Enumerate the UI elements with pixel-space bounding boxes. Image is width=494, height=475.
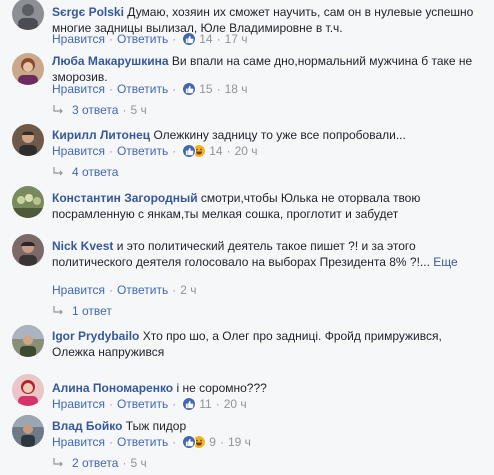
- view-replies[interactable]: 1 ответ: [52, 303, 112, 319]
- comment-text: Олежкину задницу то уже все попробовали.…: [153, 128, 406, 142]
- reply-arrow-icon: [53, 306, 63, 315]
- view-replies[interactable]: 4 ответа: [52, 164, 118, 180]
- separator: ·: [122, 103, 127, 117]
- timestamp: 5 ч: [130, 456, 147, 470]
- reply-button[interactable]: Ответить: [117, 282, 168, 298]
- like-reaction-icon: [182, 82, 197, 96]
- reactions[interactable]: 9: [182, 434, 216, 450]
- separator: ·: [172, 397, 177, 411]
- like-reaction-icon: [182, 435, 197, 449]
- view-replies[interactable]: 3 ответа · 5 ч: [52, 102, 147, 118]
- reactions[interactable]: 11: [182, 396, 212, 412]
- timestamp[interactable]: 2 ч: [180, 282, 196, 298]
- reaction-count: 15: [199, 82, 213, 96]
- like-reaction-icon: [182, 397, 197, 411]
- reply-button[interactable]: Ответить: [117, 31, 168, 47]
- comment-author[interactable]: Кирилл Литонец: [52, 128, 150, 142]
- replies-link[interactable]: 3 ответа: [72, 102, 118, 118]
- separator: ·: [108, 435, 113, 449]
- avatar[interactable]: [12, 53, 44, 85]
- avatar[interactable]: [12, 124, 44, 156]
- comment-author[interactable]: Sєrgє Polski: [52, 5, 124, 19]
- comment-author[interactable]: Константин Загородный: [52, 191, 198, 205]
- separator: ·: [172, 435, 177, 449]
- comment-author[interactable]: Nick Kvest: [52, 239, 113, 253]
- reaction-count: 11: [199, 397, 212, 411]
- like-button[interactable]: Нравится: [52, 282, 105, 298]
- like-reaction-icon: [182, 144, 197, 158]
- reaction-count: 14: [199, 32, 213, 46]
- comment-author[interactable]: Алина Пономаренко: [52, 381, 173, 395]
- separator: ·: [108, 283, 113, 297]
- timestamp[interactable]: 20 ч: [235, 143, 258, 159]
- like-button[interactable]: Нравится: [52, 143, 105, 159]
- separator: ·: [172, 144, 177, 158]
- reply-button[interactable]: Ответить: [117, 434, 168, 450]
- reactions[interactable]: 14: [182, 31, 213, 47]
- avatar[interactable]: [12, 374, 44, 406]
- separator: ·: [108, 144, 113, 158]
- separator: ·: [219, 435, 224, 449]
- comment-author[interactable]: Люба Макарушкина: [52, 54, 169, 68]
- avatar[interactable]: [12, 186, 44, 218]
- view-replies[interactable]: 2 ответа · 5 ч: [52, 455, 147, 471]
- separator: ·: [215, 397, 220, 411]
- reply-button[interactable]: Ответить: [117, 396, 168, 412]
- comment-author[interactable]: Влад Бойко: [52, 419, 122, 433]
- separator: ·: [172, 283, 177, 297]
- separator: ·: [226, 144, 231, 158]
- comment-author[interactable]: Igor Prydybailo: [52, 329, 139, 343]
- reactions[interactable]: 15: [182, 81, 213, 97]
- reply-arrow-icon: [53, 105, 63, 114]
- replies-link[interactable]: 4 ответа: [72, 164, 118, 180]
- avatar[interactable]: [12, 0, 44, 30]
- like-reaction-icon: [182, 32, 197, 46]
- separator: ·: [172, 82, 177, 96]
- separator: ·: [108, 82, 113, 96]
- timestamp[interactable]: 19 ч: [228, 434, 251, 450]
- timestamp[interactable]: 18 ч: [225, 81, 248, 97]
- reply-arrow-icon: [53, 167, 63, 176]
- like-button[interactable]: Нравится: [52, 31, 105, 47]
- reply-arrow-icon: [53, 458, 63, 467]
- reaction-count: 9: [209, 435, 216, 449]
- like-button[interactable]: Нравится: [52, 434, 105, 450]
- comment-text: і не соромно???: [176, 381, 267, 395]
- replies-link[interactable]: 1 ответ: [72, 303, 112, 319]
- avatar[interactable]: [12, 234, 44, 266]
- timestamp[interactable]: 17 ч: [225, 31, 248, 47]
- separator: ·: [108, 397, 113, 411]
- separator: ·: [216, 82, 221, 96]
- separator: ·: [216, 32, 221, 46]
- reaction-count: 14: [209, 144, 223, 158]
- see-more-link[interactable]: Еще: [433, 255, 457, 269]
- separator: ·: [172, 32, 177, 46]
- avatar[interactable]: [12, 415, 44, 447]
- reactions[interactable]: 14: [182, 143, 223, 159]
- comment-text: Тыж пидор: [125, 419, 187, 433]
- separator: ·: [122, 456, 127, 470]
- avatar[interactable]: [12, 325, 44, 357]
- like-button[interactable]: Нравится: [52, 81, 105, 97]
- like-button[interactable]: Нравится: [52, 396, 105, 412]
- replies-link[interactable]: 2 ответа: [72, 455, 118, 471]
- timestamp: 5 ч: [130, 103, 147, 117]
- separator: ·: [108, 32, 113, 46]
- reply-button[interactable]: Ответить: [117, 81, 168, 97]
- timestamp[interactable]: 20 ч: [224, 396, 247, 412]
- reply-button[interactable]: Ответить: [117, 143, 168, 159]
